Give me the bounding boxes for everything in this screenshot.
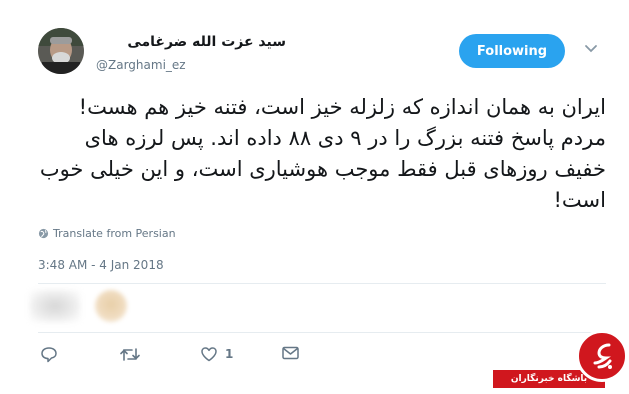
liker-avatar[interactable] [95, 290, 127, 322]
tweet-text: ایران به همان اندازه که زلزله خیز است، ف… [39, 95, 606, 212]
avatar-image [38, 28, 84, 74]
following-button[interactable]: Following [459, 34, 565, 68]
divider [38, 283, 606, 284]
translate-link[interactable]: Translate from Persian [38, 227, 176, 240]
globe-icon [38, 228, 49, 239]
avatar[interactable] [38, 28, 84, 74]
logo-icon [593, 343, 612, 369]
chevron-down-icon[interactable] [584, 44, 598, 54]
reply-icon [41, 347, 57, 363]
divider [38, 332, 606, 333]
direct-message-button[interactable] [282, 346, 299, 360]
heart-icon [201, 347, 217, 362]
reply-button[interactable] [40, 346, 58, 363]
retweet-button[interactable] [120, 346, 140, 363]
envelope-icon [282, 346, 299, 360]
liker-avatar[interactable] [30, 290, 80, 322]
like-button[interactable]: 1 [200, 346, 233, 362]
author-display-name[interactable]: سید عزت الله ضرغامی [96, 34, 286, 50]
watermark-logo [576, 330, 628, 382]
author-handle[interactable]: @Zarghami_ez [96, 58, 186, 72]
like-count: 1 [225, 347, 234, 361]
translate-label[interactable]: Translate from Persian [53, 227, 176, 240]
tweet-timestamp[interactable]: 3:48 AM - 4 Jan 2018 [38, 258, 164, 272]
retweet-icon [120, 348, 140, 361]
